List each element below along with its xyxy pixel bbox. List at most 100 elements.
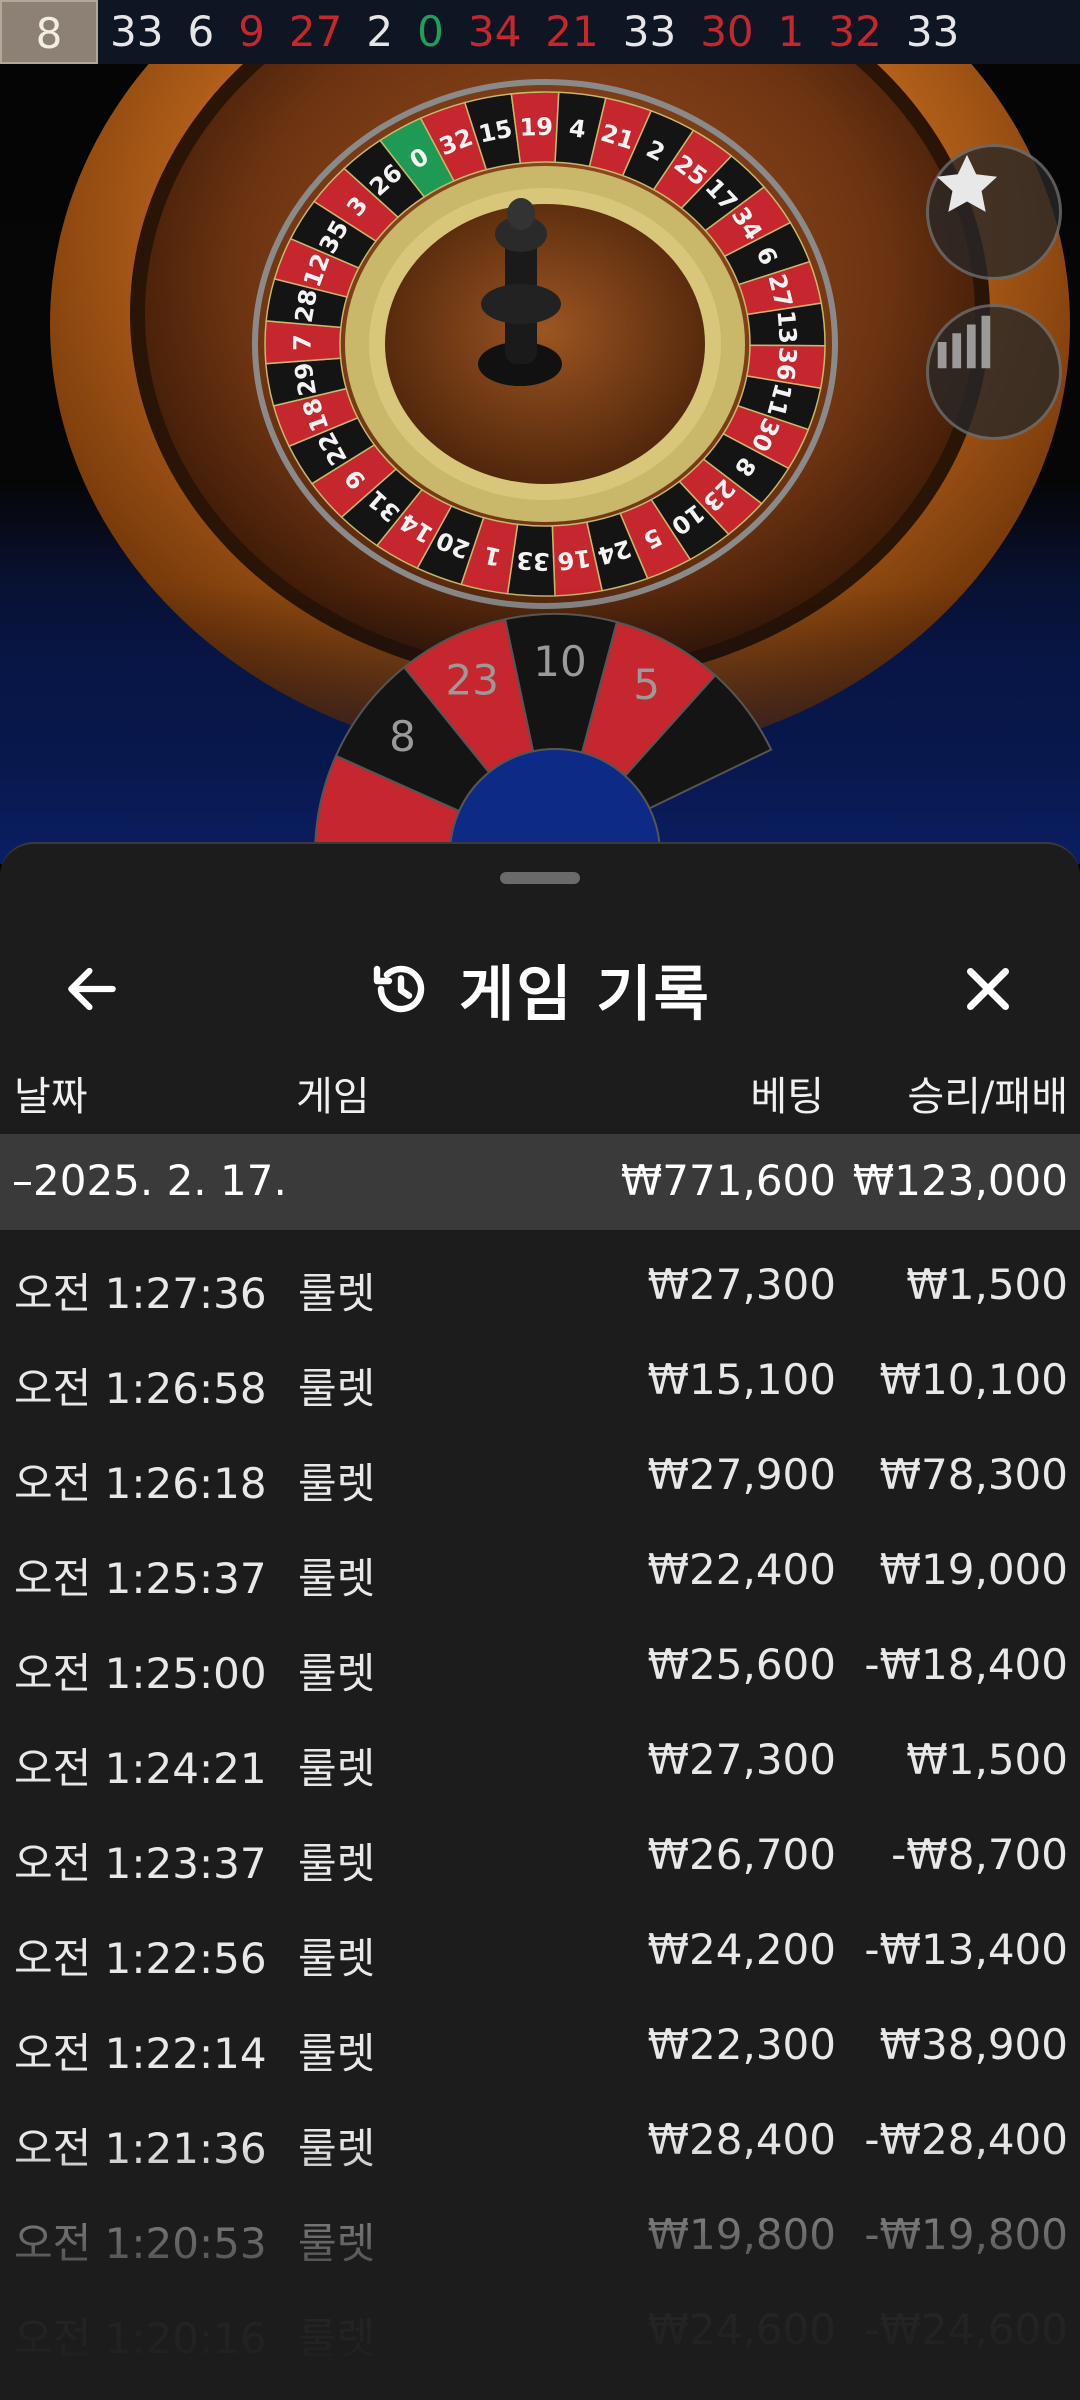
recent-results-strip: 8 33 6 9 27 2 0 34 21 33 30 1 32 33: [0, 0, 1080, 64]
row-game: 룰렛: [298, 1839, 376, 1888]
row-result: -₩8,700: [891, 1830, 1068, 1879]
date-group-row[interactable]: –2025. 2. 17. ₩771,600 ₩123,000: [0, 1134, 1080, 1230]
row-time: 오전 1:26:18: [14, 1459, 267, 1508]
row-game: 룰렛: [298, 2124, 376, 2173]
row-result: ₩10,100: [879, 1355, 1069, 1404]
row-game: 룰렛: [298, 2314, 376, 2363]
history-row[interactable]: 오전 1:21:36 룰렛 ₩28,400 -₩28,400: [0, 2085, 1080, 2180]
history-row[interactable]: 오전 1:25:00 룰렛 ₩25,600 -₩18,400: [0, 1610, 1080, 1705]
history-row[interactable]: 오전 1:25:37 룰렛 ₩22,400 ₩19,000: [0, 1515, 1080, 1610]
row-bet: ₩26,700: [647, 1830, 837, 1879]
row-time: 오전 1:25:37: [14, 1554, 267, 1603]
result-number: 34: [467, 7, 522, 56]
history-row[interactable]: 오전 1:22:56 룰렛 ₩24,200 -₩13,400: [0, 1895, 1080, 1990]
row-bet: ₩15,100: [647, 1355, 837, 1404]
sheet-title-group: 게임 기록: [0, 949, 1080, 1030]
row-bet: ₩24,600: [647, 2305, 837, 2354]
history-row[interactable]: 오전 1:22:14 룰렛 ₩22,300 ₩38,900: [0, 1990, 1080, 2085]
racetrack-number: 8: [389, 712, 416, 761]
row-result: -₩19,800: [864, 2210, 1068, 2259]
wheel-pocket-number: 36: [771, 346, 802, 382]
game-history-sheet: 게임 기록 날짜 게임 베팅 승리/패배 –2025. 2. 17. ₩771,…: [0, 842, 1080, 2400]
latest-result-number: 8: [0, 0, 98, 64]
row-time: 오전 1:23:37: [14, 1839, 267, 1888]
sheet-title: 게임 기록: [459, 959, 711, 1030]
column-game[interactable]: 게임: [296, 1064, 370, 1122]
row-bet: ₩25,600: [647, 1640, 837, 1689]
history-row[interactable]: 오전 1:26:58 룰렛 ₩15,100 ₩10,100: [0, 1325, 1080, 1420]
result-number: 27: [288, 7, 343, 56]
row-game: 룰렛: [298, 1554, 376, 1603]
close-button[interactable]: [948, 949, 1028, 1029]
row-game: 룰렛: [298, 1269, 376, 1318]
row-result: ₩1,500: [906, 1260, 1068, 1309]
row-game: 룰렛: [298, 1649, 376, 1698]
wheel-pocket-number: 7: [288, 334, 316, 351]
row-game: 룰렛: [298, 1364, 376, 1413]
row-result: -₩24,600: [864, 2305, 1068, 2354]
row-time: 오전 1:20:16: [14, 2314, 267, 2363]
roulette-wheel: 0 32 15 19 4 21 2 25173462713361130823105241633…: [0, 64, 1080, 864]
column-bet[interactable]: 베팅: [750, 1064, 824, 1122]
result-number: 0: [417, 7, 444, 56]
row-result: -₩28,400: [864, 2115, 1068, 2164]
result-number: 33: [110, 7, 164, 56]
result-number: 30: [700, 7, 754, 56]
wheel-pocket-number: 33: [516, 546, 551, 576]
row-time: 오전 1:20:53: [14, 2219, 267, 2268]
row-game: 룰렛: [298, 1744, 376, 1793]
history-row[interactable]: 오전 1:26:18 룰렛 ₩27,900 ₩78,300: [0, 1420, 1080, 1515]
row-time: 오전 1:25:00: [14, 1649, 267, 1698]
history-row[interactable]: 오전 1:27:36 룰렛 ₩27,300 ₩1,500: [0, 1230, 1080, 1325]
history-row[interactable]: 오전 1:24:21 룰렛 ₩27,300 ₩1,500: [0, 1705, 1080, 1800]
row-result: ₩1,500: [906, 1735, 1068, 1784]
history-row[interactable]: 오전 1:20:53 룰렛 ₩19,800 -₩19,800: [0, 2180, 1080, 2275]
row-bet: ₩27,300: [647, 1735, 837, 1784]
row-game: 룰렛: [298, 2219, 376, 2268]
row-time: 오전 1:21:36: [14, 2124, 267, 2173]
row-bet: ₩22,300: [647, 2020, 837, 2069]
row-game: 룰렛: [298, 2029, 376, 2078]
column-date[interactable]: 날짜: [14, 1064, 88, 1122]
history-icon: [373, 965, 425, 1013]
row-bet: ₩28,400: [647, 2115, 837, 2164]
row-game: 룰렛: [298, 1459, 376, 1508]
wheel-pocket-number: 29: [289, 360, 322, 398]
history-list[interactable]: 오전 1:27:36 룰렛 ₩27,300 ₩1,500 오전 1:26:58 룰렛 ₩15…: [0, 1230, 1080, 2370]
row-time: 오전 1:22:14: [14, 2029, 267, 2078]
favorite-button[interactable]: [926, 144, 1062, 280]
history-row[interactable]: 오전 1:20:16 룰렛 ₩24,600 -₩24,600: [0, 2275, 1080, 2370]
row-game: 룰렛: [298, 1934, 376, 1983]
history-row[interactable]: 오전 1:23:37 룰렛 ₩26,700 -₩8,700: [0, 1800, 1080, 1895]
racetrack-number: 5: [633, 660, 660, 709]
result-number: 1: [777, 7, 805, 56]
wheel-pocket-number: 13: [772, 309, 803, 344]
racetrack-number: 10: [533, 637, 586, 686]
row-result: -₩18,400: [864, 1640, 1068, 1689]
racetrack-number: 23: [446, 656, 499, 705]
result-number: 32: [828, 7, 882, 56]
row-result: ₩38,900: [879, 2020, 1069, 2069]
sheet-drag-handle[interactable]: [500, 872, 580, 884]
result-number: 2: [366, 7, 394, 56]
result-number: 6: [187, 7, 215, 56]
row-time: 오전 1:26:58: [14, 1364, 267, 1413]
star-icon: [936, 154, 998, 212]
row-time: 오전 1:24:21: [14, 1744, 267, 1793]
row-bet: ₩27,900: [647, 1450, 837, 1499]
result-number: 9: [238, 7, 265, 56]
wheel-pocket-number: 16: [556, 544, 593, 576]
column-result[interactable]: 승리/패배: [907, 1064, 1068, 1122]
wheel-pocket-number: 28: [290, 287, 323, 325]
row-time: 오전 1:27:36: [14, 1269, 267, 1318]
date-group-total-result: ₩123,000: [852, 1156, 1068, 1205]
row-bet: ₩19,800: [647, 2210, 837, 2259]
date-group-total-bet: ₩771,600: [620, 1156, 836, 1205]
statistics-button[interactable]: [926, 304, 1062, 440]
row-bet: ₩22,400: [647, 1545, 837, 1594]
row-result: ₩19,000: [879, 1545, 1069, 1594]
row-result: ₩78,300: [879, 1450, 1069, 1499]
close-icon: [967, 968, 1009, 1010]
result-number: 21: [545, 7, 599, 56]
bar-chart-icon: [937, 315, 991, 369]
